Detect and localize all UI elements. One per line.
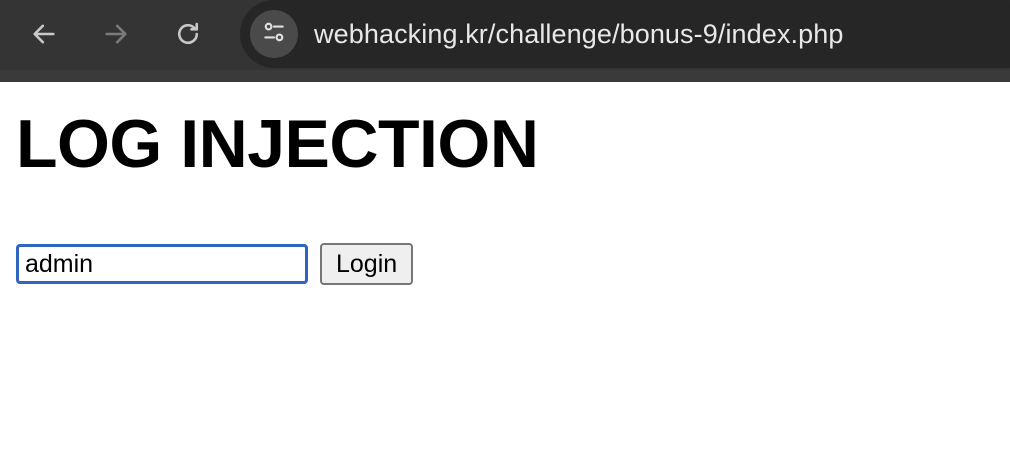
address-bar[interactable]: webhacking.kr/challenge/bonus-9/index.ph…: [240, 0, 1010, 68]
reload-icon: [174, 20, 202, 48]
site-info-button[interactable]: [250, 10, 298, 58]
back-button[interactable]: [22, 12, 66, 56]
browser-toolbar: webhacking.kr/challenge/bonus-9/index.ph…: [0, 0, 1010, 82]
tune-icon: [261, 19, 287, 50]
login-button[interactable]: Login: [320, 243, 414, 285]
login-form: Login: [16, 243, 414, 285]
forward-button[interactable]: [94, 12, 138, 56]
id-input[interactable]: [16, 244, 308, 284]
page-content: LOG INJECTION Login: [0, 82, 1010, 466]
reload-button[interactable]: [166, 12, 210, 56]
page-title: LOG INJECTION: [16, 106, 539, 182]
arrow-right-icon: [102, 20, 130, 48]
url-text[interactable]: webhacking.kr/challenge/bonus-9/index.ph…: [314, 19, 843, 50]
arrow-left-icon: [30, 20, 58, 48]
